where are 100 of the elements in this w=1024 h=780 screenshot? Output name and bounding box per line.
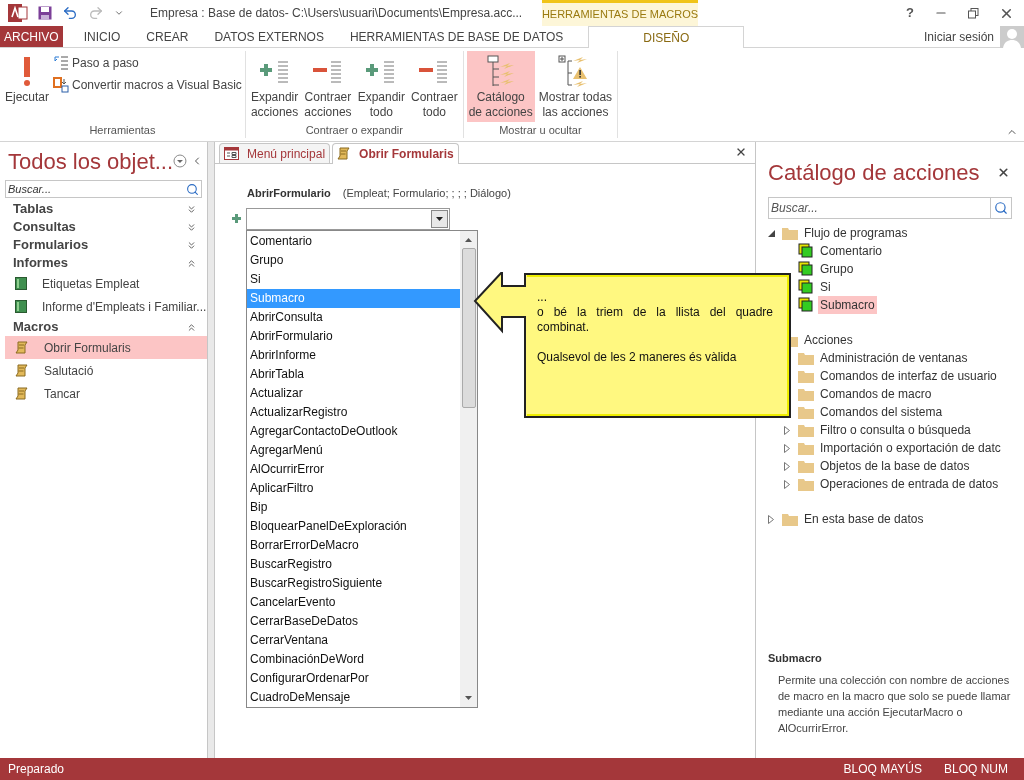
tree-item[interactable]: Comandos del sistema bbox=[818, 403, 945, 421]
dropdown-option[interactable]: CuadroDeMensaje bbox=[247, 687, 460, 707]
group-header[interactable]: Informes bbox=[13, 253, 68, 273]
dropdown-option[interactable]: CancelarEvento bbox=[247, 592, 460, 612]
tree-item[interactable]: Objetos de la base de datos bbox=[818, 457, 972, 475]
tree-item[interactable]: Flujo de programas bbox=[802, 224, 910, 242]
dropdown-option[interactable]: AbrirInforme bbox=[247, 345, 460, 365]
search-field[interactable]: Buscar... bbox=[769, 199, 990, 217]
expand-group-icon[interactable] bbox=[186, 203, 197, 215]
nav-item[interactable]: Etiquetas Empleat bbox=[5, 272, 207, 295]
close-icon[interactable] bbox=[735, 146, 747, 158]
ribbon-button[interactable]: Paso a paso bbox=[53, 54, 242, 72]
dropdown-option[interactable]: AbrirConsulta bbox=[247, 307, 460, 327]
undo-icon[interactable] bbox=[62, 5, 78, 21]
document-tab[interactable]: Obrir Formularis bbox=[332, 143, 459, 164]
dropdown-option[interactable]: AlOcurrirError bbox=[247, 459, 460, 479]
dropdown-option[interactable]: CerrarBaseDeDatos bbox=[247, 611, 460, 631]
dropdown-option[interactable]: ConfigurarOrdenarPor bbox=[247, 668, 460, 688]
group-header[interactable]: Formularios bbox=[13, 235, 89, 255]
folder-icon bbox=[798, 459, 814, 473]
ribbon-button[interactable]: Mostrar todas las acciones bbox=[536, 51, 615, 122]
dropdown-option[interactable]: Grupo bbox=[247, 250, 460, 270]
dropdown-option[interactable]: Bip bbox=[247, 497, 460, 517]
dropdown-option[interactable]: BuscarRegistro bbox=[247, 554, 460, 574]
search-box[interactable]: Buscar... bbox=[768, 197, 1012, 219]
restore-icon[interactable] bbox=[968, 7, 979, 19]
expanded-triangle-icon[interactable] bbox=[767, 229, 775, 237]
dropdown-option[interactable]: AbrirTabla bbox=[247, 364, 460, 384]
scroll-up-icon[interactable] bbox=[465, 237, 472, 242]
callout-text: Qualsevol de les 2 maneres és vàlida bbox=[537, 350, 738, 365]
collapsed-triangle-icon[interactable] bbox=[784, 425, 790, 435]
customize-icon[interactable] bbox=[114, 8, 124, 18]
ribbon-button[interactable]: Expandir todo bbox=[355, 51, 407, 122]
search-icon[interactable] bbox=[186, 182, 199, 196]
sign-in-link[interactable]: Iniciar sesión bbox=[923, 27, 994, 46]
collapse-group-icon[interactable] bbox=[186, 257, 197, 269]
dropdown-option[interactable]: BuscarRegistroSiguiente bbox=[247, 573, 460, 593]
help-text: Permite una colección con nombre de acciones de macro en la macro que solo se puede llamar mediante una acción EjecutarMacro o AlOcurrirError. bbox=[778, 673, 1012, 736]
dropdown-option[interactable]: CombinaciónDeWord bbox=[247, 649, 460, 669]
tree-item[interactable]: Comandos de macro bbox=[818, 385, 934, 403]
collapsed-triangle-icon[interactable] bbox=[768, 514, 774, 524]
ribbon-tab[interactable]: CREAR bbox=[133, 26, 202, 47]
ribbon-tab[interactable]: INICIO bbox=[70, 26, 134, 47]
dropdown-option[interactable]: Actualizar bbox=[247, 383, 460, 403]
expand-group-icon[interactable] bbox=[186, 221, 197, 233]
nav-item[interactable]: Tancar bbox=[5, 382, 207, 405]
group-header[interactable]: Macros bbox=[13, 317, 59, 337]
action-name[interactable]: AbrirFormulario bbox=[247, 185, 331, 202]
ribbon-tab[interactable]: DISEÑO bbox=[588, 26, 745, 48]
group-header[interactable]: Tablas bbox=[13, 199, 54, 219]
tree-item[interactable]: Si bbox=[818, 278, 833, 296]
document-tab[interactable]: Menú principal bbox=[219, 143, 331, 163]
group-header[interactable]: Consultas bbox=[13, 217, 76, 237]
collapsed-triangle-icon[interactable] bbox=[784, 461, 790, 471]
ribbon-button[interactable]: Contraer todo bbox=[409, 51, 460, 122]
collapsed-triangle-icon[interactable] bbox=[784, 443, 790, 453]
scrollbar[interactable] bbox=[460, 230, 477, 707]
nav-item[interactable]: Informe d'Empleats i Familiar... bbox=[5, 295, 207, 318]
tree-item[interactable]: Filtro o consulta o búsqueda bbox=[818, 421, 973, 439]
add-icon[interactable] bbox=[232, 214, 241, 223]
app-logo-icon[interactable] bbox=[8, 4, 28, 22]
tree-item[interactable]: En esta base de datos bbox=[802, 510, 926, 528]
save-icon[interactable] bbox=[38, 6, 52, 20]
dropdown-option[interactable]: BloquearPanelDeExploración bbox=[247, 516, 460, 536]
ribbon-button[interactable]: Convertir macros a Visual Basic bbox=[53, 76, 242, 94]
collapse-group-icon[interactable] bbox=[186, 321, 197, 333]
dropdown-option[interactable]: AbrirFormulario bbox=[247, 326, 460, 346]
tree-item[interactable]: Comentario bbox=[818, 242, 885, 260]
ribbon-button[interactable]: Catálogo de acciones bbox=[466, 51, 535, 122]
ribbon-button[interactable]: Contraer acciones bbox=[302, 51, 354, 122]
tree-item[interactable]: Importación o exportación de datc bbox=[818, 439, 1003, 457]
ribbon-tab[interactable]: ARCHIVO bbox=[0, 26, 63, 47]
dropdown-option[interactable]: AgregarMenú bbox=[247, 440, 460, 460]
tree-item[interactable]: Administración de ventanas bbox=[818, 349, 970, 367]
dropdown-option[interactable]: BorrarErrorDeMacro bbox=[247, 535, 460, 555]
ribbon-button[interactable]: Expandir acciones bbox=[248, 51, 301, 122]
ribbon-tab[interactable]: HERRAMIENTAS DE BASE DE DATOS bbox=[336, 26, 577, 47]
nav-item[interactable]: Salutació bbox=[5, 359, 207, 382]
search-icon[interactable] bbox=[994, 201, 1008, 215]
dropdown-option[interactable]: Comentario bbox=[247, 231, 460, 251]
dropdown-option[interactable]: AgregarContactoDeOutlook bbox=[247, 421, 460, 441]
dropdown-option[interactable]: ActualizarRegistro bbox=[247, 402, 460, 422]
folder-icon bbox=[798, 441, 814, 455]
nav-item[interactable]: Obrir Formularis bbox=[5, 336, 207, 359]
scroll-down-icon[interactable] bbox=[465, 695, 472, 700]
dropdown-option[interactable]: CerrarVentana bbox=[247, 630, 460, 650]
dropdown-icon[interactable] bbox=[173, 154, 188, 168]
tree-item[interactable]: Operaciones de entrada de datos bbox=[818, 475, 1001, 493]
close-icon[interactable] bbox=[997, 166, 1010, 179]
tree-item[interactable]: Comandos de interfaz de usuario bbox=[818, 367, 999, 385]
help-button[interactable]: ? bbox=[906, 3, 914, 23]
ribbon-tab[interactable]: DATOS EXTERNOS bbox=[201, 26, 337, 47]
ribbon-button[interactable]: Ejecutar bbox=[3, 51, 52, 122]
tree-item[interactable]: Grupo bbox=[818, 260, 856, 278]
tree-item[interactable]: Acciones bbox=[802, 331, 855, 349]
dropdown-option[interactable]: Si bbox=[247, 269, 460, 289]
expand-group-icon[interactable] bbox=[186, 239, 197, 251]
dropdown-option[interactable]: AplicarFiltro bbox=[247, 478, 460, 498]
tree-item[interactable]: Submacro bbox=[818, 296, 877, 314]
collapsed-triangle-icon[interactable] bbox=[784, 479, 790, 489]
